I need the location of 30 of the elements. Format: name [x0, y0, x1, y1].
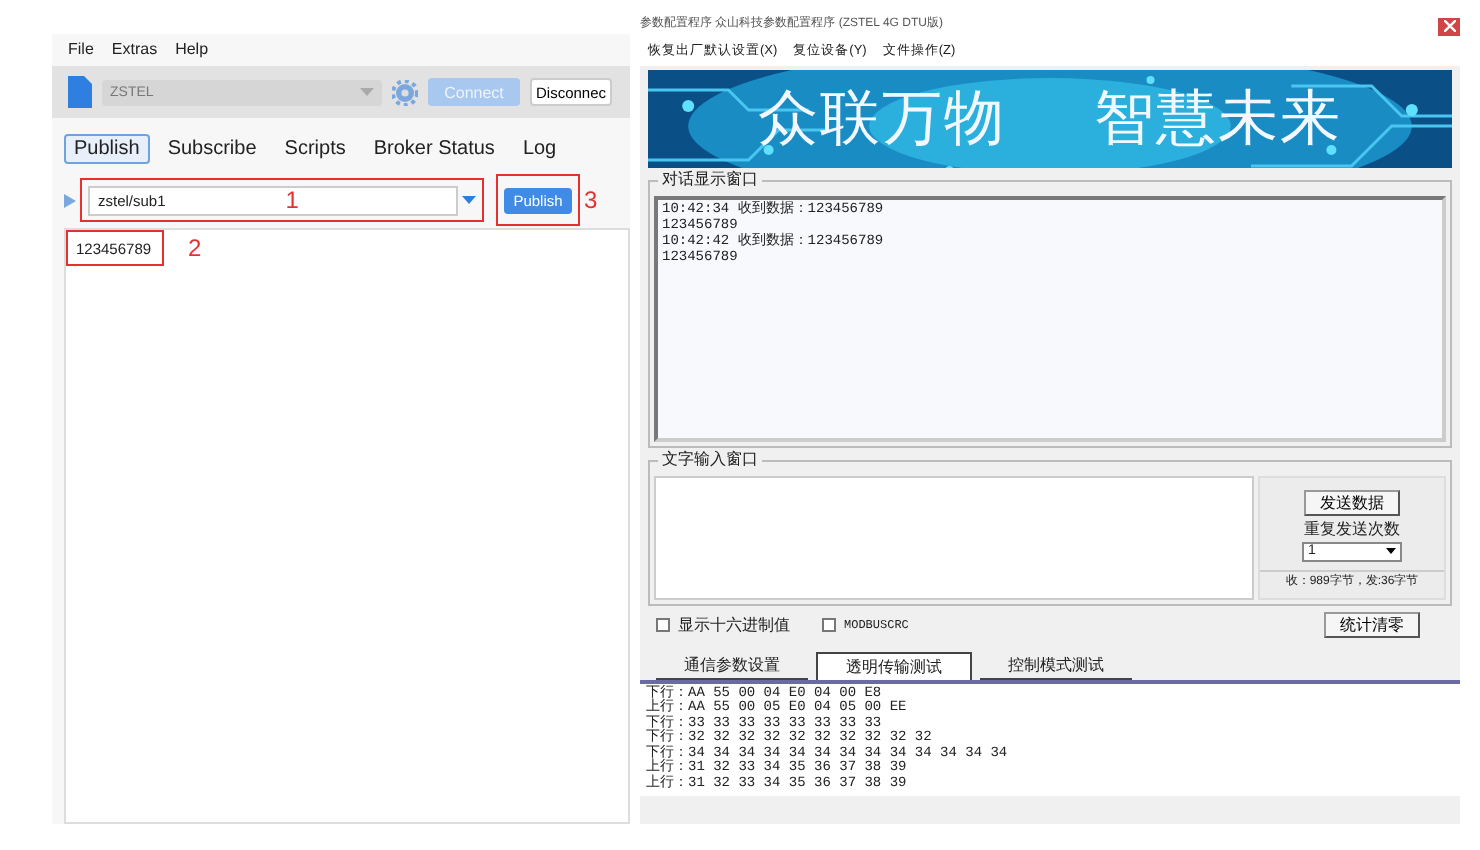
- tab[interactable]: 透明传输测试: [816, 651, 972, 679]
- caret-icon: [1386, 548, 1396, 554]
- checkbox[interactable]: [822, 618, 836, 632]
- tab[interactable]: Broker Status: [363, 134, 505, 164]
- chevron-icon[interactable]: [64, 193, 76, 207]
- annotation-number: 1: [285, 188, 299, 212]
- repeat-label: 重复发送次数: [1304, 517, 1400, 539]
- tab[interactable]: Publish: [64, 134, 150, 164]
- document-icon[interactable]: [68, 76, 92, 108]
- annotation-number: 2: [188, 236, 202, 260]
- checkbox-label: 显示十六进制值: [678, 614, 790, 636]
- caret-icon[interactable]: [462, 196, 476, 204]
- caret-icon: [360, 88, 374, 96]
- input-field[interactable]: [654, 475, 1254, 599]
- menu-item[interactable]: Extras: [111, 40, 158, 60]
- send-button[interactable]: 发送数据: [1304, 489, 1400, 515]
- settings-icon[interactable]: [392, 79, 418, 105]
- clear-stats-button[interactable]: 统计清零: [1324, 612, 1420, 638]
- tab[interactable]: Subscribe: [157, 134, 267, 164]
- menu-item[interactable]: Help: [175, 40, 209, 60]
- banner-slogan: 智慧未来: [1094, 81, 1342, 158]
- annotation-number: 3: [584, 188, 598, 212]
- close-icon[interactable]: [1438, 17, 1460, 36]
- checkbox[interactable]: [656, 618, 670, 632]
- menu-item[interactable]: File: [68, 40, 94, 60]
- tab[interactable]: Scripts: [274, 134, 356, 164]
- group-legend: 对话显示窗口: [658, 167, 762, 189]
- group-legend: 文字输入窗口: [658, 447, 762, 469]
- tab[interactable]: Log: [512, 134, 567, 164]
- banner-slogan: 众联万物: [758, 81, 1006, 158]
